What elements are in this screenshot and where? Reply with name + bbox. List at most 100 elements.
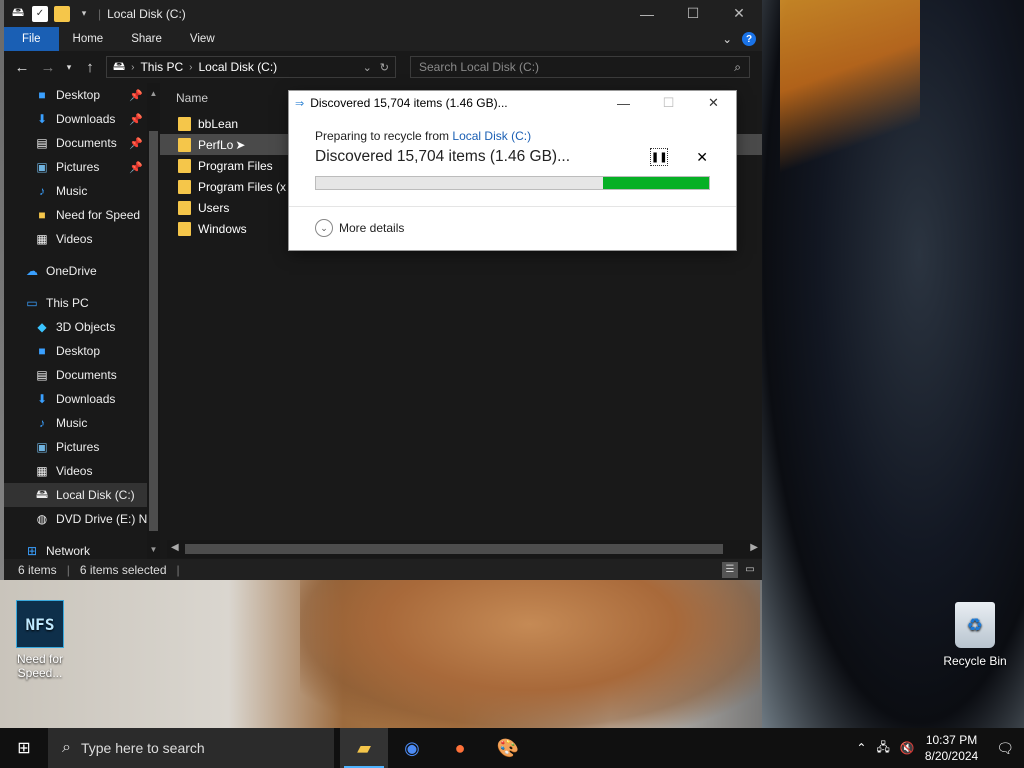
scroll-left-arrow-icon[interactable]: ◀ <box>171 542 179 553</box>
tab-file[interactable]: File <box>4 27 59 51</box>
properties-icon[interactable]: ✓ <box>32 5 48 22</box>
scroll-right-arrow-icon[interactable]: ▶ <box>750 542 758 553</box>
desktop-icon: ■ <box>38 88 46 102</box>
folder-icon <box>178 200 191 215</box>
nav-item-this-pc[interactable]: ▭ This PC <box>4 291 160 315</box>
chevron-right-icon[interactable]: › <box>189 62 192 73</box>
nav-scrollbar-thumb[interactable] <box>149 131 158 531</box>
up-button[interactable]: ↑ <box>80 59 100 76</box>
refresh-icon[interactable]: ↻ <box>380 61 389 74</box>
nav-scrollbar[interactable]: ▲ ▼ <box>147 83 160 560</box>
breadcrumb-this-pc[interactable]: This PC <box>140 60 183 74</box>
minimize-button[interactable]: — <box>624 0 670 27</box>
folder-icon <box>178 221 191 236</box>
horizontal-scrollbar[interactable]: ◀ ▶ <box>167 540 762 558</box>
address-history-chevron-icon[interactable]: ⌄ <box>363 61 372 74</box>
ribbon: File Home Share View ⌄ ? <box>4 27 762 51</box>
dvd-drive-icon: ◍ <box>36 512 48 526</box>
nav-item-music[interactable]: ♪ Music <box>4 179 160 203</box>
taskbar-file-explorer[interactable]: ▰ <box>340 728 388 768</box>
clock-date: 8/20/2024 <box>924 749 979 763</box>
navigation-pane: ■ Desktop 📌 ⬇ Downloads 📌 ▤ Documents 📌 ▣ Pictu… <box>4 83 160 560</box>
taskbar-chrome[interactable]: ◉ <box>388 728 436 768</box>
drive-icon: 🖴 <box>11 5 25 19</box>
paint-palette-icon: 🎨 <box>496 737 520 758</box>
document-icon: ▤ <box>36 368 48 382</box>
taskbar-firefox[interactable]: ● <box>436 728 484 768</box>
desktop-shortcut-need-for-speed[interactable]: NFS Need for Speed... <box>2 600 78 680</box>
dialog-title-bar[interactable]: ⇒ Discovered 15,704 items (1.46 GB)... —… <box>289 91 736 115</box>
new-folder-icon[interactable] <box>54 5 70 22</box>
show-hidden-icons-chevron-up-icon[interactable]: ⌃ <box>856 741 866 755</box>
taskbar: ⊞ ⌕ Type here to search ▰ ◉ ● 🎨 ⌃ 🖧 🔇 10… <box>0 728 1024 768</box>
horizontal-scrollbar-thumb[interactable] <box>185 544 723 554</box>
preparing-text: Preparing to recycle from Local Disk (C:… <box>315 129 532 143</box>
nav-item-downloads-pc[interactable]: ⬇ Downloads <box>4 387 160 411</box>
nav-item-documents[interactable]: ▤ Documents 📌 <box>4 131 160 155</box>
volume-muted-icon[interactable]: 🔇 <box>900 741 915 755</box>
close-button[interactable]: ✕ <box>716 0 762 27</box>
nav-item-network[interactable]: ⊞ Network <box>4 539 160 560</box>
details-view-icon[interactable]: ☰ <box>722 561 738 578</box>
title-bar[interactable]: 🖴 ✓ ▾ | Local Disk (C:) — ☐ ✕ <box>4 0 762 27</box>
breadcrumb-local-disk[interactable]: Local Disk (C:) <box>199 60 278 74</box>
customize-quick-access-icon[interactable]: ▾ <box>76 6 92 22</box>
tab-share[interactable]: Share <box>117 27 176 51</box>
recycle-bin-label: Recycle Bin <box>943 654 1007 668</box>
folder-icon <box>178 158 191 173</box>
taskbar-search-box[interactable]: ⌕ Type here to search <box>48 728 334 768</box>
tab-view[interactable]: View <box>176 27 229 51</box>
nav-item-documents-pc[interactable]: ▤ Documents <box>4 363 160 387</box>
source-location-link[interactable]: Local Disk (C:) <box>452 129 531 143</box>
dialog-close-button[interactable]: ✕ <box>691 91 736 115</box>
pin-icon[interactable]: 📌 <box>129 113 143 126</box>
mouse-cursor-icon: ➤ <box>235 137 246 152</box>
nav-item-videos[interactable]: ▦ Videos <box>4 227 160 251</box>
help-icon[interactable]: ? <box>742 32 756 46</box>
forward-button[interactable]: → <box>38 59 58 76</box>
address-bar[interactable]: 🖴 › This PC › Local Disk (C:) ⌄ ↻ <box>106 56 396 78</box>
scroll-down-arrow-icon[interactable]: ▼ <box>147 545 160 554</box>
back-button[interactable]: ← <box>12 59 32 76</box>
nav-item-desktop-pc[interactable]: ■ Desktop <box>4 339 160 363</box>
pin-icon[interactable]: 📌 <box>129 137 143 150</box>
maximize-button[interactable]: ☐ <box>670 0 716 27</box>
nav-item-pictures[interactable]: ▣ Pictures 📌 <box>4 155 160 179</box>
large-icons-view-icon[interactable]: ▭ <box>742 562 758 578</box>
folder-icon <box>178 179 191 194</box>
search-input[interactable]: Search Local Disk (C:) ⌕ <box>410 56 750 78</box>
expand-ribbon-icon[interactable]: ⌄ <box>722 32 732 46</box>
recent-locations-chevron-down-icon[interactable]: ▾ <box>64 62 74 73</box>
chevron-right-icon[interactable]: › <box>131 62 134 73</box>
clock-time: 10:37 PM <box>925 733 978 747</box>
file-explorer-icon: ▰ <box>357 737 371 758</box>
dialog-minimize-button[interactable]: — <box>601 91 646 115</box>
desktop-recycle-bin[interactable]: ♻ Recycle Bin <box>937 602 1013 668</box>
pause-button[interactable]: ❚❚ <box>650 148 669 166</box>
pin-icon[interactable]: 📌 <box>129 161 143 174</box>
nav-item-downloads[interactable]: ⬇ Downloads 📌 <box>4 107 160 131</box>
nav-item-local-disk[interactable]: 🖴 Local Disk (C:) <box>4 483 160 507</box>
network-status-icon[interactable]: 🖧 <box>876 738 889 759</box>
nav-item-desktop[interactable]: ■ Desktop 📌 <box>4 83 160 107</box>
nav-item-music-pc[interactable]: ♪ Music <box>4 411 160 435</box>
start-button[interactable]: ⊞ <box>0 728 48 768</box>
nav-item-videos-pc[interactable]: ▦ Videos <box>4 459 160 483</box>
taskbar-paint[interactable]: 🎨 <box>484 728 532 768</box>
pin-icon[interactable]: 📌 <box>129 89 143 102</box>
tab-home[interactable]: Home <box>59 27 118 51</box>
more-details-toggle[interactable]: ⌄ More details <box>315 219 404 237</box>
nav-item-3d-objects[interactable]: ◆ 3D Objects <box>4 315 160 339</box>
nav-item-dvd-drive[interactable]: ◍ DVD Drive (E:) N <box>4 507 160 531</box>
nav-item-pictures-pc[interactable]: ▣ Pictures <box>4 435 160 459</box>
pictures-icon: ▣ <box>36 440 48 454</box>
nav-item-need-for-speed[interactable]: ■ Need for Speed <box>4 203 160 227</box>
nav-item-onedrive[interactable]: ☁ OneDrive <box>4 259 160 283</box>
system-clock[interactable]: 10:37 PM 8/20/2024 <box>925 732 978 764</box>
scroll-up-arrow-icon[interactable]: ▲ <box>147 89 160 98</box>
cancel-operation-button[interactable]: ✕ <box>696 149 708 166</box>
progress-bar-fill <box>602 177 709 189</box>
action-center-icon[interactable]: 🗨 <box>996 740 1014 757</box>
window-title: Local Disk (C:) <box>107 6 186 21</box>
discovered-headline: Discovered 15,704 items (1.46 GB)... <box>315 148 571 165</box>
